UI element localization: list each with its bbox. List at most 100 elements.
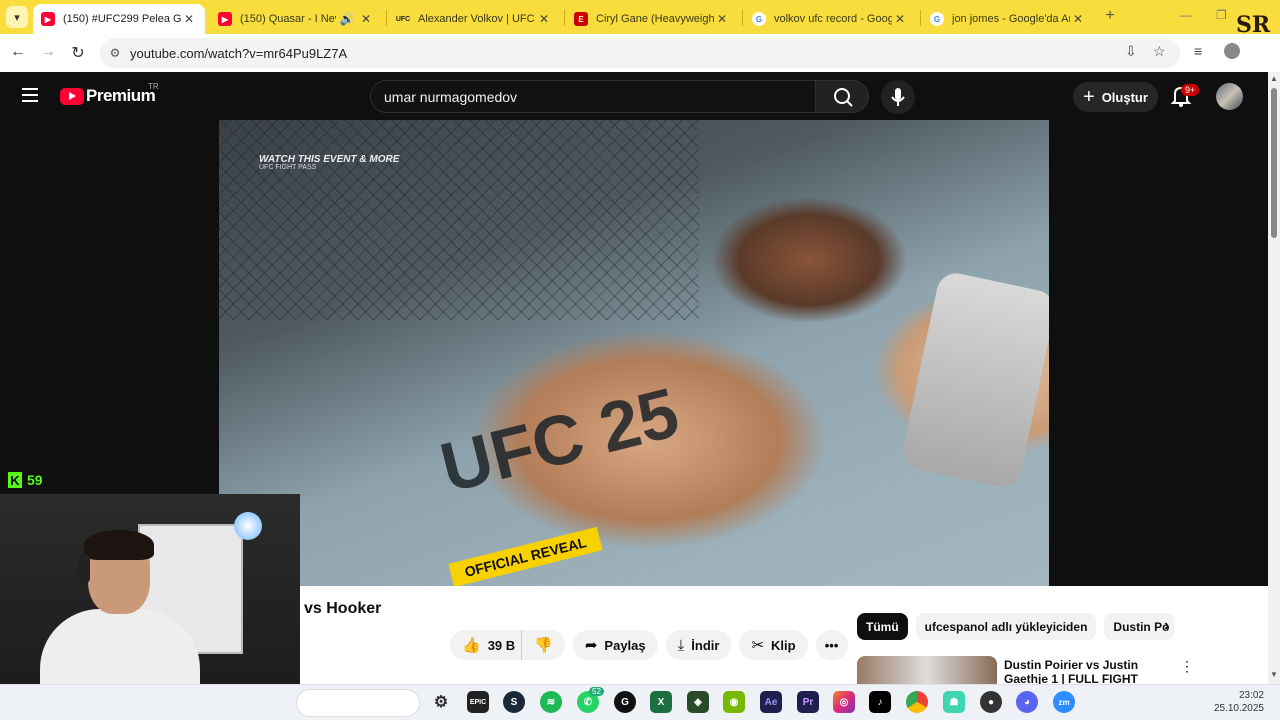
url-text[interactable]: youtube.com/watch?v=mr64Pu9LZ7A bbox=[130, 46, 347, 61]
obs-icon[interactable]: ● bbox=[980, 691, 1002, 713]
tab-title: (150) #UFC299 Pelea Gratis bbox=[63, 13, 181, 25]
close-icon[interactable]: ✕ bbox=[1070, 12, 1086, 26]
kick-logo-icon: K bbox=[8, 472, 22, 488]
search-input[interactable]: umar nurmagomedov bbox=[370, 80, 816, 113]
voice-search-button[interactable] bbox=[881, 80, 915, 114]
clip-button[interactable]: ✂ Klip bbox=[739, 630, 808, 660]
notification-badge: 9+ bbox=[1181, 84, 1200, 96]
profile-avatar[interactable] bbox=[1224, 43, 1240, 59]
recommendation-menu-icon[interactable]: ⋮ bbox=[1180, 658, 1194, 675]
tab-ufc299[interactable]: ▶ (150) #UFC299 Pelea Gratis ✕ bbox=[33, 4, 205, 34]
minimize-icon[interactable]: — bbox=[1180, 8, 1192, 22]
close-icon[interactable]: ✕ bbox=[892, 12, 908, 26]
system-clock[interactable]: 23:02 25.10.2025 bbox=[1212, 689, 1264, 715]
account-avatar[interactable] bbox=[1216, 83, 1243, 110]
media-queue-icon[interactable]: ≡ bbox=[1194, 43, 1202, 59]
chrome-icon[interactable] bbox=[906, 691, 928, 713]
tab-volkov-ufc[interactable]: UFC Alexander Volkov | UFC ✕ bbox=[388, 4, 560, 34]
page-scrollbar[interactable]: ▲ ▼ bbox=[1268, 72, 1280, 684]
omnibox[interactable]: ⚙ youtube.com/watch?v=mr64Pu9LZ7A bbox=[100, 38, 1180, 68]
ufc-icon: UFC bbox=[395, 15, 411, 23]
scrollbar-thumb[interactable] bbox=[1271, 88, 1277, 238]
recommendation-title[interactable]: Dustin Poirier vs Justin Gaethje 1 | FUL… bbox=[1004, 658, 1174, 684]
download-icon: ⤓ bbox=[677, 636, 685, 654]
tab-separator bbox=[920, 10, 921, 26]
share-button[interactable]: ➦ Paylaş bbox=[572, 630, 658, 660]
kick-viewer-count: 59 bbox=[27, 472, 43, 488]
tab-separator bbox=[564, 10, 565, 26]
espn-icon: E bbox=[574, 12, 588, 26]
settings-icon[interactable]: ⚙ bbox=[430, 691, 452, 713]
tab-search-button[interactable]: ▾ bbox=[6, 6, 28, 28]
chip-all[interactable]: Tümü bbox=[857, 613, 908, 640]
premiere-icon[interactable]: Pr bbox=[797, 691, 819, 713]
dislike-button[interactable]: 👎 bbox=[522, 630, 565, 660]
steam-icon[interactable]: S bbox=[503, 691, 525, 713]
razer-icon[interactable]: ◈ bbox=[687, 691, 709, 713]
tab-title: (150) Quasar - I Never bbox=[240, 13, 336, 25]
like-button[interactable]: 👍 39 B bbox=[450, 630, 523, 660]
tiktok-icon[interactable]: ♪ bbox=[869, 691, 891, 713]
restore-icon[interactable]: ❐ bbox=[1216, 8, 1227, 22]
menu-icon[interactable] bbox=[22, 88, 38, 102]
fightpass-watermark-sub: UFC FIGHT PASS bbox=[259, 164, 317, 171]
scroll-down-icon[interactable]: ▼ bbox=[1270, 670, 1278, 679]
clock-time: 23:02 bbox=[1238, 690, 1264, 701]
lamp-light bbox=[234, 512, 262, 540]
close-icon[interactable]: ✕ bbox=[714, 12, 730, 26]
excel-icon[interactable]: X bbox=[650, 691, 672, 713]
youtube-logo[interactable]: Premium TR bbox=[60, 82, 159, 106]
fighter-shorts bbox=[899, 269, 1049, 491]
streamer-hair bbox=[84, 530, 154, 560]
tab-separator bbox=[742, 10, 743, 26]
nvidia-icon[interactable]: ◉ bbox=[723, 691, 745, 713]
address-bar-row: ← → ↻ ⚙ youtube.com/watch?v=mr64Pu9LZ7A … bbox=[0, 34, 1280, 72]
scroll-up-icon[interactable]: ▲ bbox=[1270, 74, 1278, 83]
bookmark-star-icon[interactable]: ☆ bbox=[1153, 43, 1166, 60]
download-button[interactable]: ⤓ İndir bbox=[665, 630, 732, 660]
instagram-icon[interactable]: ◎ bbox=[833, 691, 855, 713]
forward-icon[interactable]: → bbox=[38, 43, 58, 61]
back-icon[interactable]: ← bbox=[8, 43, 28, 61]
more-actions-button[interactable]: ••• bbox=[815, 630, 848, 660]
close-icon[interactable]: ✕ bbox=[181, 12, 197, 26]
recommendation-thumbnail[interactable] bbox=[857, 656, 997, 684]
video-actions: 👍 39 B 👎 ➦ Paylaş ⤓ İndir ✂ Klip ••• bbox=[450, 630, 856, 660]
chevron-right-icon[interactable]: › bbox=[1164, 617, 1169, 635]
tab-quasar[interactable]: ▶ (150) Quasar - I Never 🔊 ✕ bbox=[210, 4, 382, 34]
speaker-icon[interactable]: 🔊 bbox=[336, 12, 358, 26]
site-info-icon[interactable]: ⚙ bbox=[100, 46, 130, 60]
new-tab-button[interactable]: + bbox=[1100, 6, 1120, 26]
epic-games-icon[interactable]: EPIC bbox=[467, 691, 489, 713]
chip-from-uploader[interactable]: ufcespanol adlı yükleyiciden bbox=[915, 613, 1097, 640]
windows-taskbar: ⚙ EPIC S ≋ ✆ 52 G X ◈ ◉ Ae Pr ◎ ♪ ☗ ● ◕ … bbox=[0, 684, 1280, 720]
official-reveal-banner: OFFICIAL REVEAL bbox=[448, 526, 603, 586]
tab-ciryl-gane[interactable]: E Ciryl Gane (Heavyweight) | ✕ bbox=[566, 4, 738, 34]
youtube-play-icon bbox=[60, 87, 84, 105]
logo-text: Premium bbox=[86, 86, 156, 105]
share-label: Paylaş bbox=[604, 637, 646, 653]
kick-app-icon[interactable]: ☗ bbox=[943, 691, 965, 713]
search-button[interactable] bbox=[815, 80, 869, 113]
more-icon: ••• bbox=[824, 637, 839, 653]
install-app-icon[interactable]: ⇩ bbox=[1125, 43, 1137, 60]
thumbs-down-icon: 👎 bbox=[534, 637, 553, 654]
close-icon[interactable]: ✕ bbox=[536, 12, 552, 26]
reload-icon[interactable]: ↻ bbox=[68, 43, 88, 63]
zoom-icon[interactable]: zm bbox=[1053, 691, 1075, 713]
g-hub-icon[interactable]: G bbox=[614, 691, 636, 713]
discord-icon[interactable]: ◕ bbox=[1016, 691, 1038, 713]
after-effects-icon[interactable]: Ae bbox=[760, 691, 782, 713]
spotify-icon[interactable]: ≋ bbox=[540, 691, 562, 713]
taskbar-search[interactable] bbox=[296, 689, 420, 717]
headphone-icon bbox=[78, 554, 90, 584]
create-label: Oluştur bbox=[1101, 89, 1148, 105]
kick-viewer-counter: K 59 bbox=[8, 472, 43, 488]
youtube-icon: ▶ bbox=[41, 12, 55, 26]
create-button[interactable]: + Oluştur bbox=[1073, 82, 1158, 112]
close-icon[interactable]: ✕ bbox=[358, 12, 374, 26]
video-player[interactable]: UFC 25 WATCH THIS EVENT & MORE UFC FIGHT… bbox=[219, 120, 1049, 586]
tab-volkov-record[interactable]: G volkov ufc record - Google ✕ bbox=[744, 4, 916, 34]
tab-title: jon jomes - Google'da Ara bbox=[952, 13, 1070, 25]
tab-jon-jomes[interactable]: G jon jomes - Google'da Ara ✕ bbox=[922, 4, 1094, 34]
